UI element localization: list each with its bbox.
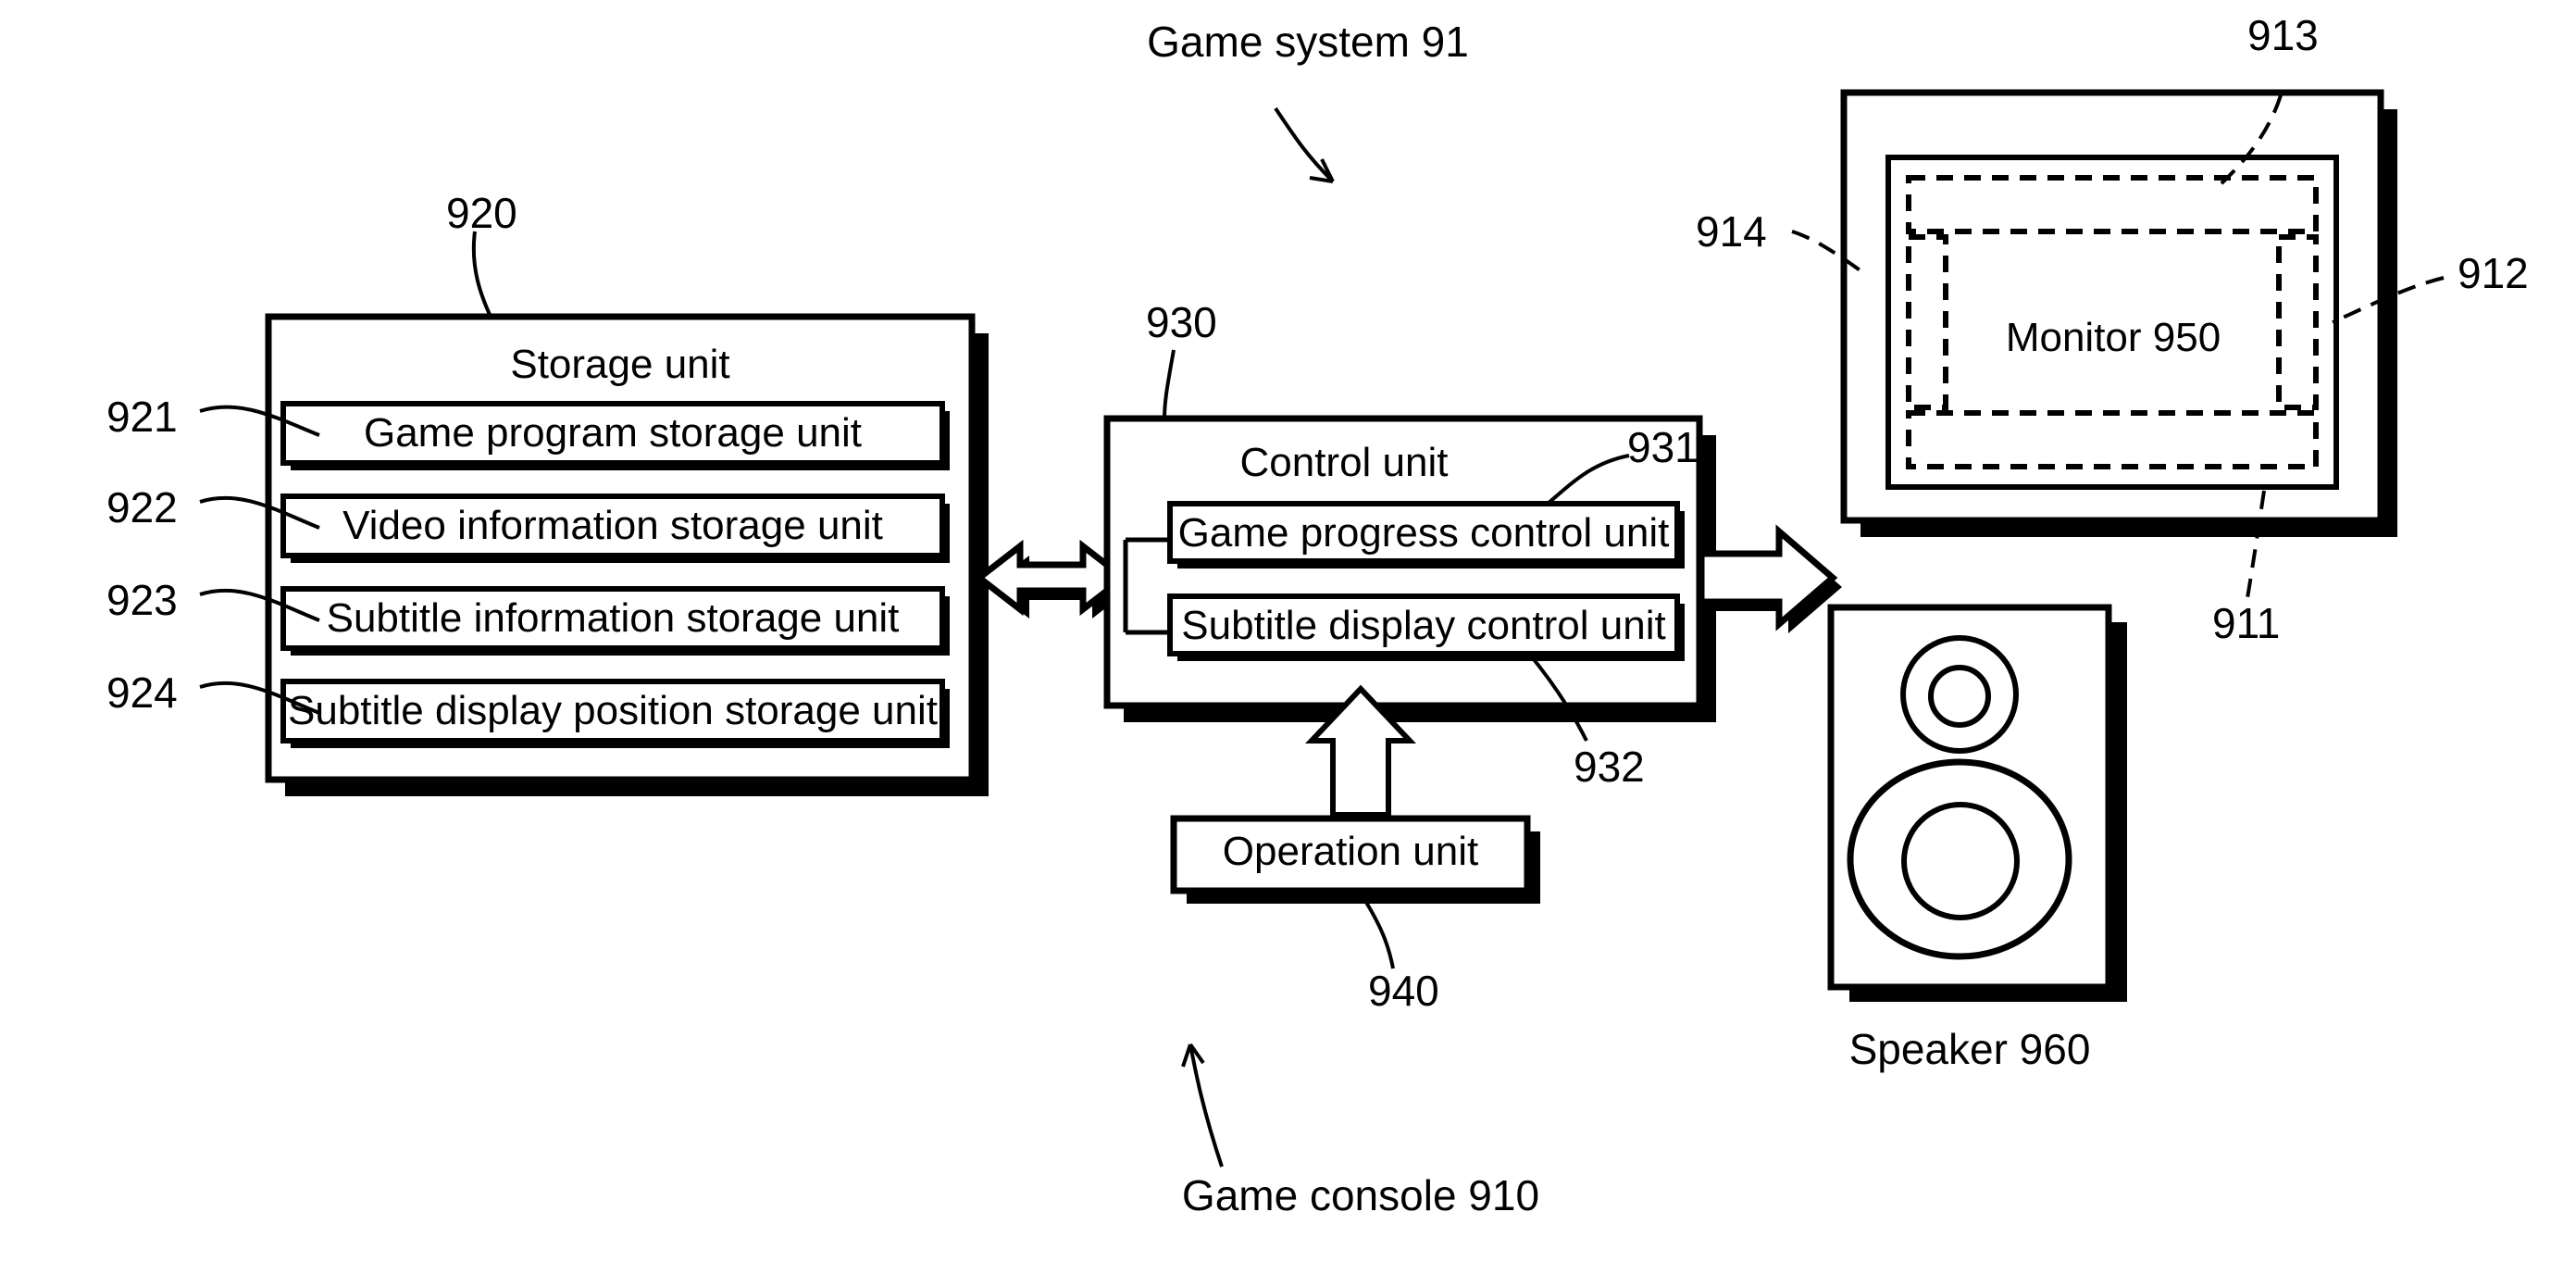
leader-game-system-91 <box>1274 106 1335 183</box>
control-item-label-1: Subtitle display control unit <box>1181 603 1666 648</box>
storage-unit-title: Storage unit <box>510 342 730 387</box>
control-unit-title: Control unit <box>1239 440 1449 485</box>
ref-914: 914 <box>1696 207 1767 256</box>
ref-932: 932 <box>1574 743 1645 791</box>
operation-unit-label: Operation unit <box>1222 829 1479 874</box>
monitor-label: Monitor 950 <box>2005 315 2221 360</box>
storage-item-label-3: Subtitle display position storage unit <box>288 688 938 733</box>
speaker-tweeter-inner <box>1928 665 1991 728</box>
storage-item-label-2: Subtitle information storage unit <box>326 595 900 641</box>
control-item-label-0: Game progress control unit <box>1177 510 1670 556</box>
ref-924: 924 <box>106 668 178 717</box>
control-output-arrow <box>1698 524 1842 633</box>
ref-922: 922 <box>106 483 178 531</box>
ref-912: 912 <box>2458 249 2529 297</box>
ref-911: 911 <box>2212 599 2281 647</box>
ref-920: 920 <box>446 189 517 237</box>
ref-913: 913 <box>2247 11 2319 59</box>
ref-930: 930 <box>1146 298 1217 346</box>
storage-item-label-0: Game program storage unit <box>363 410 863 456</box>
speaker-woofer-inner <box>1901 802 2020 920</box>
leader-940 <box>1361 894 1395 969</box>
patent-figure-game-system: Game system 91 920 Storage unit 921 Game… <box>0 0 2576 1287</box>
game-console-label: Game console 910 <box>1181 1171 1540 1219</box>
speaker-group <box>1827 604 2127 1002</box>
system-title-label: Game system 91 <box>1147 18 1469 66</box>
leader-930 <box>1163 349 1176 419</box>
leader-920 <box>471 231 492 318</box>
ref-940: 940 <box>1368 967 1439 1015</box>
speaker-label: Speaker 960 <box>1848 1025 2091 1073</box>
ref-923: 923 <box>106 576 178 624</box>
leader-game-console-910 <box>1188 1043 1224 1168</box>
ref-931: 931 <box>1627 423 1699 471</box>
storage-item-label-1: Video information storage unit <box>342 503 883 548</box>
ref-921: 921 <box>106 393 178 441</box>
